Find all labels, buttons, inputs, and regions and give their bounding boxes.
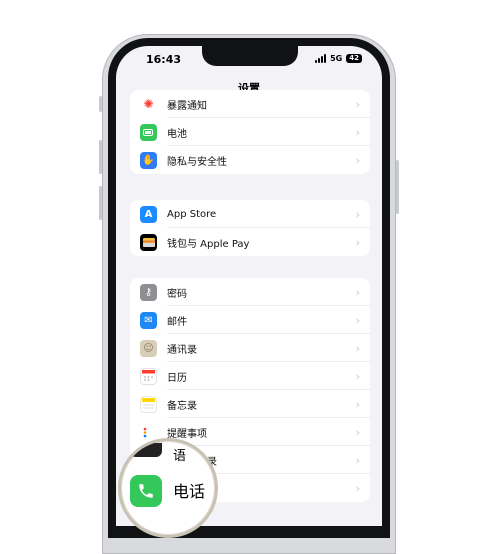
chevron-right-icon: › (355, 369, 360, 383)
chevron-right-icon: › (355, 313, 360, 327)
row-label: 日历 (167, 372, 187, 384)
row-wallet-apple-pay[interactable]: 钱包与 Apple Pay › (130, 228, 370, 256)
row-label: 电池 (167, 128, 187, 140)
reminders-icon (140, 423, 157, 441)
row-passwords[interactable]: ⚷ 密码 › (130, 278, 370, 306)
magnified-phone-label[interactable]: 电话 (173, 478, 205, 502)
row-label: App Store (167, 208, 217, 220)
chevron-right-icon: › (355, 341, 360, 355)
chevron-right-icon: › (355, 153, 360, 167)
chevron-right-icon: › (355, 235, 360, 249)
voice-memos-icon (130, 443, 162, 457)
row-mail[interactable]: ✉ 邮件 › (130, 306, 370, 334)
chevron-right-icon: › (355, 425, 360, 439)
row-app-store[interactable]: A App Store › (130, 200, 370, 228)
row-calendar[interactable]: 日历 › (130, 362, 370, 390)
contacts-icon: ☺ (140, 339, 157, 357)
chevron-right-icon: › (355, 97, 360, 111)
settings-group-2: A App Store › 钱包与 Apple Pay › (130, 200, 370, 256)
app-store-icon: A (140, 205, 157, 223)
magnifier-lens: 语 电话 (118, 438, 218, 538)
row-label: 备忘录 (167, 400, 197, 412)
row-label: 提醒事项 (167, 428, 207, 440)
calendar-icon (140, 367, 157, 385)
exposure-icon: ✺ (140, 95, 157, 113)
chevron-right-icon: › (355, 207, 360, 221)
chevron-right-icon: › (355, 285, 360, 299)
silent-switch (99, 96, 102, 112)
row-label: 暴露通知 (167, 100, 207, 112)
phone-icon[interactable] (130, 475, 162, 507)
chevron-right-icon: › (355, 481, 360, 495)
signal-icon (315, 54, 327, 63)
row-exposure-notifications[interactable]: ✺ 暴露通知 › (130, 90, 370, 118)
row-battery[interactable]: 电池 › (130, 118, 370, 146)
row-label: 钱包与 Apple Pay (167, 238, 250, 250)
notch (202, 46, 298, 66)
row-label: 密码 (167, 288, 187, 300)
row-label: 隐私与安全性 (167, 156, 227, 168)
settings-group-1: ✺ 暴露通知 › 电池 › ✋ 隐私与安全性 › (130, 90, 370, 174)
status-time: 16:43 (146, 53, 182, 66)
hand-icon: ✋ (140, 151, 157, 169)
volume-up-button (99, 140, 102, 174)
wallet-icon (140, 233, 157, 251)
chevron-right-icon: › (355, 453, 360, 467)
battery-indicator: 42 (346, 54, 362, 63)
key-icon: ⚷ (140, 283, 157, 301)
battery-icon (140, 123, 157, 141)
chevron-right-icon: › (355, 397, 360, 411)
row-notes[interactable]: 备忘录 › (130, 390, 370, 418)
row-privacy-security[interactable]: ✋ 隐私与安全性 › (130, 146, 370, 174)
status-indicators: 5G 42 (315, 54, 362, 63)
notes-icon (140, 395, 157, 413)
network-type: 5G (330, 54, 343, 63)
magnified-ghost-label: 语 (173, 449, 187, 464)
chevron-right-icon: › (355, 125, 360, 139)
row-contacts[interactable]: ☺ 通讯录 › (130, 334, 370, 362)
row-label: 通讯录 (167, 344, 197, 356)
mail-icon: ✉ (140, 311, 157, 329)
row-label: 邮件 (167, 316, 187, 328)
side-button (396, 160, 399, 214)
volume-down-button (99, 186, 102, 220)
